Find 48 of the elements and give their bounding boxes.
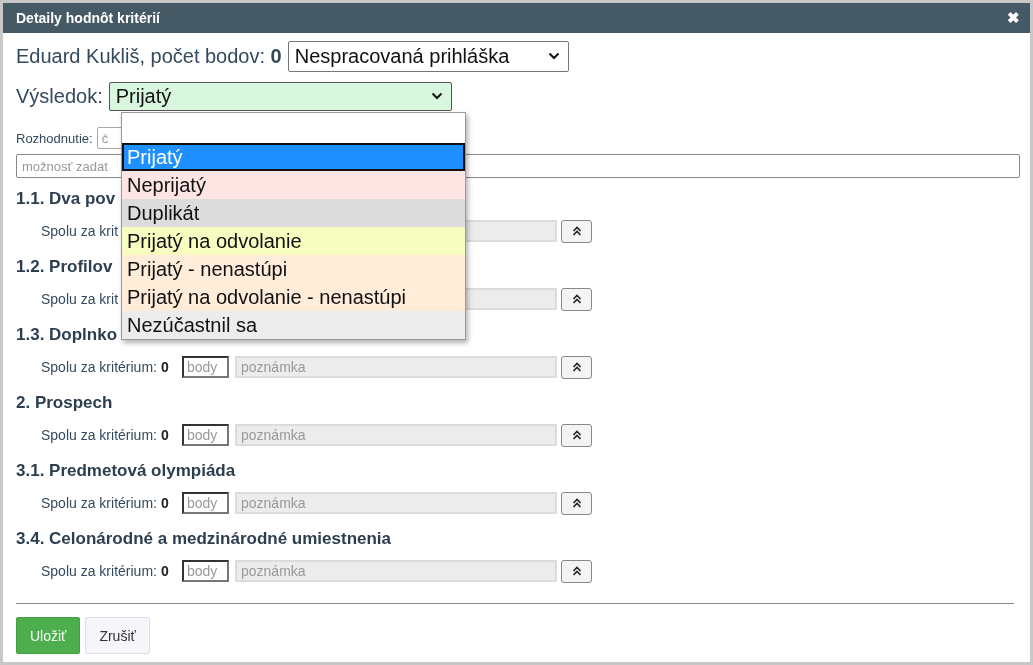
status-select[interactable]: Nespracovaná prihláška	[287, 40, 569, 72]
points-value: 0	[160, 563, 169, 579]
dropdown-option[interactable]: Nezúčastnil sa	[122, 311, 465, 339]
points-field[interactable]: body	[182, 492, 229, 514]
points-value: 0	[160, 495, 169, 511]
points-field[interactable]: body	[182, 424, 229, 446]
criterion-heading: 3.4. Celonárodné a medzinárodné umiestnenia	[16, 528, 392, 550]
double-chevron-up-icon	[571, 294, 582, 304]
decision-label: Rozhodnutie:	[16, 130, 93, 146]
collapse-button[interactable]	[561, 287, 592, 311]
double-chevron-up-icon	[571, 226, 582, 236]
double-chevron-up-icon	[571, 430, 582, 440]
dropdown-option[interactable]: Duplikát	[122, 199, 465, 227]
collapse-button[interactable]	[561, 423, 592, 447]
criterion-heading: 1.2. Profilov	[16, 256, 113, 278]
window-title: Detaily hodnôt kritérií	[16, 10, 160, 26]
chevron-down-icon	[547, 52, 560, 60]
dropdown-option[interactable]: Prijatý na odvolanie - nenastúpi	[122, 283, 465, 311]
points-field[interactable]: body	[182, 356, 229, 378]
double-chevron-up-icon	[571, 362, 582, 372]
criterion-heading: 3.1. Predmetová olympiáda	[16, 460, 236, 482]
criterion-total-label: Spolu za krit	[41, 291, 119, 307]
dropdown-option[interactable]: Prijatý na odvolanie	[122, 227, 465, 255]
criterion-heading: 1.3. Doplnko	[16, 324, 118, 346]
cancel-button[interactable]: Zrušiť	[85, 617, 150, 654]
dropdown-option[interactable]: Neprijatý	[122, 171, 465, 199]
criterion-total-label: Spolu za kritérium:	[41, 427, 157, 443]
points-field[interactable]: body	[182, 560, 229, 582]
result-select[interactable]: Prijatý	[108, 81, 452, 111]
collapse-button[interactable]	[561, 559, 592, 583]
criterion-total-label: Spolu za kritérium:	[41, 563, 157, 579]
result-label: Výsledok:	[16, 84, 103, 108]
criterion-total-label: Spolu za kritérium:	[41, 359, 157, 375]
collapse-button[interactable]	[561, 355, 592, 379]
criterion-total-label: Spolu za krit	[41, 223, 119, 239]
points-value: 0	[160, 427, 169, 443]
criterion-heading: 2. Prospech	[16, 392, 113, 414]
chevron-down-icon	[430, 92, 443, 100]
collapse-button[interactable]	[561, 219, 592, 243]
double-chevron-up-icon	[571, 566, 582, 576]
points-value: 0	[160, 359, 169, 375]
criterion-total-label: Spolu za kritérium:	[41, 495, 157, 511]
criterion-heading: 1.1. Dva pov	[16, 188, 116, 210]
double-chevron-up-icon	[571, 498, 582, 508]
close-button[interactable]: ✖	[1007, 9, 1020, 27]
collapse-button[interactable]	[561, 491, 592, 515]
dropdown-option[interactable]: Prijatý - nenastúpi	[122, 255, 465, 283]
applicant-points: Eduard Kukliš, počet bodov: 0	[16, 44, 282, 68]
